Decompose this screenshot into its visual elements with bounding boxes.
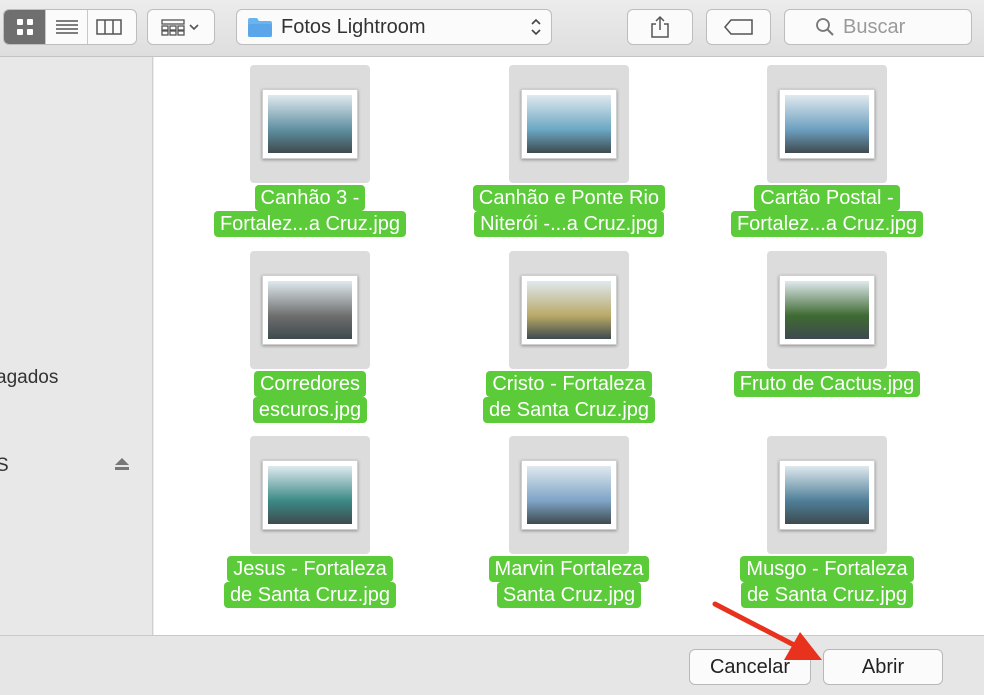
- column-view-button[interactable]: [88, 10, 130, 44]
- file-thumbnail[interactable]: [779, 460, 875, 530]
- file-name-line2: Santa Cruz.jpg: [496, 582, 642, 608]
- updown-chevron-icon: [531, 18, 541, 36]
- search-icon: [816, 18, 834, 36]
- file-item[interactable]: Corredores escuros.jpg: [154, 247, 412, 432]
- file-thumbnail[interactable]: [521, 89, 617, 159]
- list-icon: [55, 20, 78, 34]
- thumbnail-image: [527, 281, 611, 339]
- file-item[interactable]: Marvin Fortaleza Santa Cruz.jpg: [413, 432, 671, 617]
- view-mode-segmented-control: [3, 9, 137, 45]
- search-placeholder: Buscar: [843, 15, 906, 38]
- thumbnail-image: [527, 95, 611, 153]
- file-name-line2: Fortalez...a Cruz.jpg: [730, 211, 924, 237]
- file-thumbnail[interactable]: [521, 460, 617, 530]
- file-name-line1: Canhão e Ponte Rio: [472, 185, 666, 211]
- thumbnail-image: [268, 466, 352, 524]
- thumbnail-image: [268, 95, 352, 153]
- file-thumbnail[interactable]: [779, 89, 875, 159]
- sidebar-item-deleted[interactable]: agados: [0, 367, 58, 389]
- eject-icon[interactable]: [114, 457, 130, 471]
- file-item[interactable]: Cartão Postal - Fortalez...a Cruz.jpg: [671, 61, 929, 246]
- file-item[interactable]: Jesus - Fortaleza de Santa Cruz.jpg: [154, 432, 412, 617]
- file-name-line2: de Santa Cruz.jpg: [223, 582, 397, 608]
- file-item[interactable]: Cristo - Fortaleza de Santa Cruz.jpg: [413, 247, 671, 432]
- file-thumbnail[interactable]: [262, 460, 358, 530]
- thumbnail-image: [785, 466, 869, 524]
- file-item[interactable]: Musgo - Fortaleza de Santa Cruz.jpg: [671, 432, 929, 617]
- sidebar-item-device[interactable]: S: [0, 455, 9, 477]
- file-name-line1: Marvin Fortaleza: [488, 556, 650, 582]
- tag-icon: [723, 19, 753, 35]
- file-name-line1: Cartão Postal -: [754, 185, 900, 211]
- folder-icon: [248, 18, 272, 37]
- arrange-grid-chevron-icon: [161, 19, 199, 36]
- thumbnail-image: [268, 281, 352, 339]
- file-name-line1: Corredores: [253, 371, 367, 397]
- file-name-line1: Fruto de Cactus.jpg: [733, 371, 921, 397]
- file-item[interactable]: Fruto de Cactus.jpg: [671, 247, 929, 432]
- icon-view-button[interactable]: [4, 10, 46, 44]
- file-name-line1: Cristo - Fortaleza: [486, 371, 652, 397]
- sidebar: agados S: [0, 57, 153, 635]
- search-field[interactable]: Buscar: [784, 9, 972, 45]
- file-thumbnail[interactable]: [262, 275, 358, 345]
- file-thumbnail[interactable]: [521, 275, 617, 345]
- location-label: Fotos Lightroom: [281, 15, 426, 38]
- file-item[interactable]: Canhão e Ponte Rio Niterói -...a Cruz.jpg: [413, 61, 671, 246]
- thumbnail-image: [527, 466, 611, 524]
- thumbnail-image: [785, 95, 869, 153]
- file-item[interactable]: Canhão 3 - Fortalez...a Cruz.jpg: [154, 61, 412, 246]
- tags-button[interactable]: [706, 9, 771, 45]
- list-view-button[interactable]: [46, 10, 88, 44]
- arrange-button[interactable]: [147, 9, 215, 45]
- thumbnail-image: [785, 281, 869, 339]
- toolbar: Fotos Lightroom Buscar: [0, 0, 984, 57]
- share-icon: [651, 15, 669, 38]
- file-name-line1: Canhão 3 -: [254, 185, 366, 211]
- grid-icon: [16, 19, 33, 35]
- file-thumbnail[interactable]: [262, 89, 358, 159]
- share-button[interactable]: [627, 9, 693, 45]
- file-name-line1: Jesus - Fortaleza: [227, 556, 393, 582]
- open-button[interactable]: Abrir: [823, 649, 943, 685]
- file-name-line2: escuros.jpg: [252, 397, 368, 423]
- columns-icon: [96, 19, 122, 35]
- file-name-line2: Fortalez...a Cruz.jpg: [213, 211, 407, 237]
- red-arrow-annotation: [712, 601, 822, 660]
- file-name-line2: de Santa Cruz.jpg: [482, 397, 656, 423]
- file-name-line1: Musgo - Fortaleza: [740, 556, 914, 582]
- file-grid: Canhão 3 - Fortalez...a Cruz.jpg Canhão e …: [154, 57, 984, 635]
- location-popup[interactable]: Fotos Lightroom: [236, 9, 552, 45]
- file-name-line2: Niterói -...a Cruz.jpg: [474, 211, 664, 237]
- file-thumbnail[interactable]: [779, 275, 875, 345]
